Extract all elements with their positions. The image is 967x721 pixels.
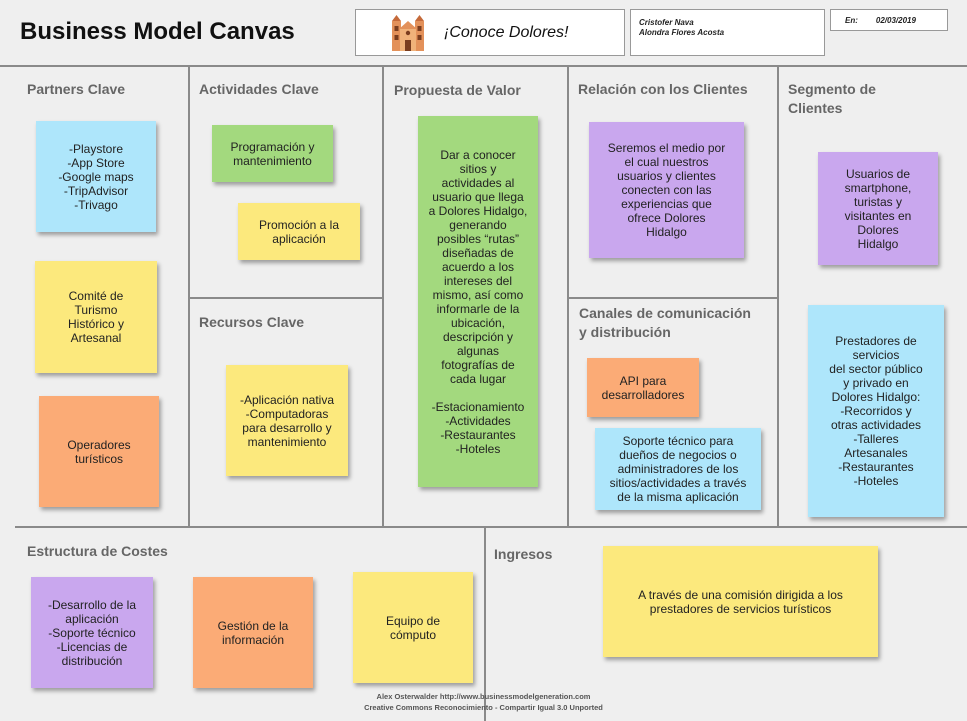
project-name-box: ¡Conoce Dolores! xyxy=(355,9,625,56)
footer-license: Creative Commons Reconocimiento - Compar… xyxy=(364,703,603,712)
project-name: ¡Conoce Dolores! xyxy=(444,23,569,41)
section-title-channels: Canales de comunicación y distribución xyxy=(579,305,751,340)
sticky-note-resources: -Aplicación nativa -Computadoras para de… xyxy=(226,365,348,476)
section-title-partners: Partners Clave xyxy=(27,81,126,97)
author-name: Cristofer Nava xyxy=(639,18,694,27)
sticky-note-partners-operators: Operadores turísticos xyxy=(39,396,159,507)
date-label: En: xyxy=(845,15,858,25)
sticky-note-activities-programming: Programación y mantenimiento xyxy=(212,125,333,182)
divider xyxy=(568,297,778,299)
date-box: En: 02/03/2019 xyxy=(830,9,948,31)
section-title-costs: Estructura de Costes xyxy=(27,543,168,559)
sticky-note-channels-support: Soporte técnico para dueños de negocios … xyxy=(595,428,761,510)
section-title-segments: Segmento de Clientes xyxy=(788,81,876,116)
sticky-note-value-proposition: Dar a conocer sitios y actividades al us… xyxy=(418,116,538,487)
sticky-note-activities-promotion: Promoción a la aplicación xyxy=(238,203,360,260)
divider xyxy=(777,65,779,527)
author-name: Alondra Flores Acosta xyxy=(639,28,725,37)
divider xyxy=(0,65,967,67)
footer-credit: Alex Osterwalder http://www.businessmode… xyxy=(376,692,591,701)
authors-box: Cristofer Nava Alondra Flores Acosta xyxy=(630,9,825,56)
divider xyxy=(15,526,967,528)
divider xyxy=(382,65,384,527)
sticky-note-partners-platforms: -Playstore -App Store -Google maps -Trip… xyxy=(36,121,156,232)
section-title-resources: Recursos Clave xyxy=(199,314,305,330)
section-title-activities: Actividades Clave xyxy=(199,81,319,97)
sticky-note-partners-committee: Comité de Turismo Histórico y Artesanal xyxy=(35,261,157,373)
divider xyxy=(567,65,569,527)
divider xyxy=(190,297,383,299)
section-title-value: Propuesta de Valor xyxy=(394,82,521,98)
sticky-note-costs-development: -Desarrollo de la aplicación -Soporte té… xyxy=(31,577,153,688)
sticky-note-segments-users: Usuarios de smartphone, turistas y visit… xyxy=(818,152,938,265)
sticky-note-segments-providers: Prestadores de servicios del sector públ… xyxy=(808,305,944,517)
sticky-note-costs-equipment: Equipo de cómputo xyxy=(353,572,473,683)
church-icon xyxy=(392,14,424,51)
sticky-note-revenue: A través de una comisión dirigida a los … xyxy=(603,546,878,657)
date-value: 02/03/2019 xyxy=(875,15,916,25)
page-title: Business Model Canvas xyxy=(20,18,295,45)
section-title-relations: Relación con los Clientes xyxy=(578,81,748,97)
section-title-revenue: Ingresos xyxy=(494,546,553,562)
sticky-note-channels-api: API para desarrolladores xyxy=(587,358,699,417)
divider xyxy=(188,65,190,527)
sticky-note-relations: Seremos el medio por el cual nuestros us… xyxy=(589,122,744,258)
sticky-note-costs-information: Gestión de la información xyxy=(193,577,313,688)
